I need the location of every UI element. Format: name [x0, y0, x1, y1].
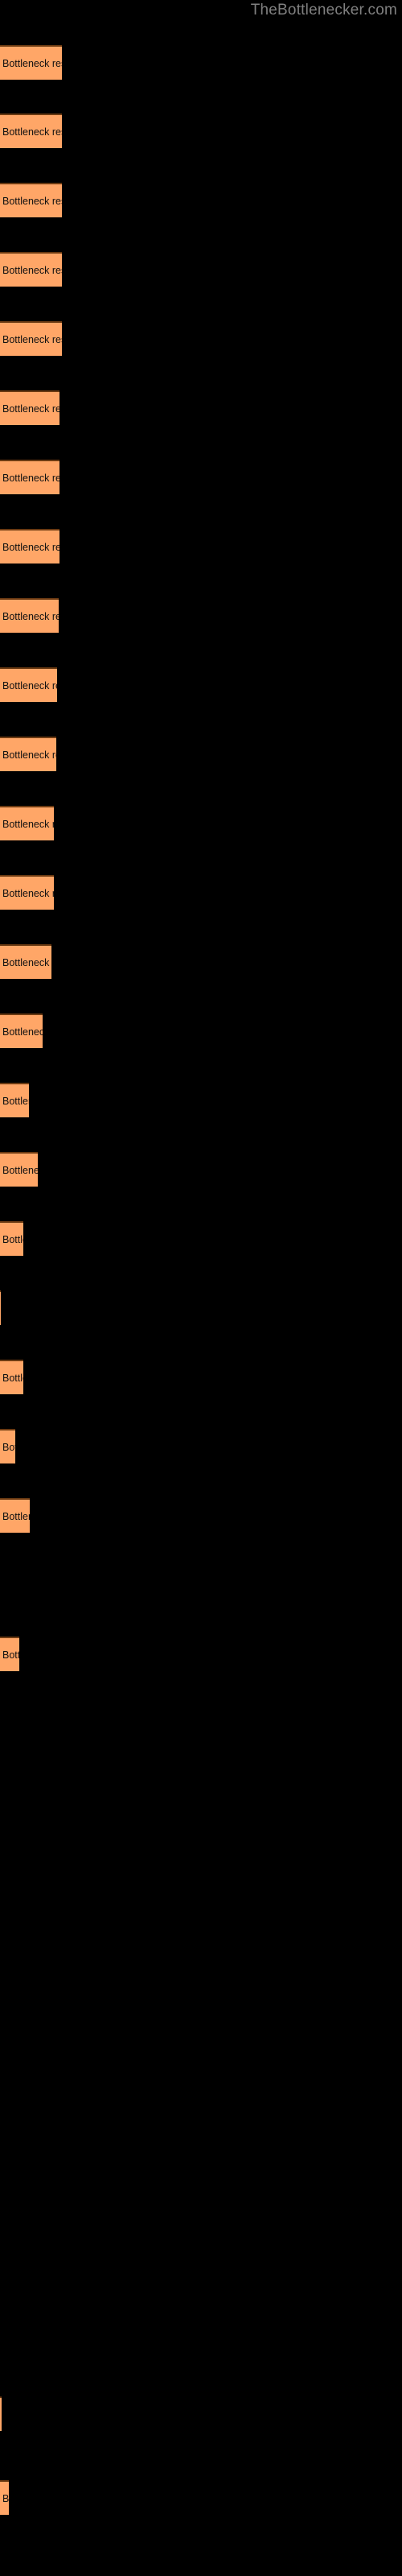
bar-22[interactable]: Bottleneck result	[0, 1498, 30, 1533]
bar-label: Bottleneck result	[2, 1442, 15, 1453]
bar-15[interactable]: Bottleneck result	[0, 1013, 43, 1048]
bar-row: Bottleneck result	[0, 2480, 402, 2515]
bar-label: Bottleneck result	[2, 819, 54, 830]
bar-label: Bottleneck result	[2, 1649, 19, 1661]
bar-2[interactable]: Bottleneck result	[0, 114, 62, 148]
bar-4[interactable]: Bottleneck result	[0, 252, 62, 287]
bar-row: Bottleneck result	[0, 45, 402, 80]
bar-5[interactable]: Bottleneck result	[0, 321, 62, 356]
bar-row: Bottleneck result	[0, 1360, 402, 1394]
bar-row: Bottleneck result	[0, 460, 402, 494]
bar-21[interactable]: Bottleneck result	[0, 1429, 15, 1463]
bar-row: Bottleneck result	[0, 321, 402, 356]
bar-19[interactable]: Bottleneck result	[0, 1290, 1, 1325]
bar-row: Bottleneck result	[0, 875, 402, 910]
bar-9[interactable]: Bottleneck result	[0, 598, 59, 633]
bar-20[interactable]: Bottleneck result	[0, 1360, 23, 1394]
bar-12[interactable]: Bottleneck result	[0, 806, 54, 840]
bar-label: Bottleneck result	[2, 126, 62, 138]
bar-label: Bottleneck result	[2, 1026, 43, 1038]
bar-row: Bottleneck result	[0, 1083, 402, 1117]
bar-row: Bottleneck result	[0, 1152, 402, 1187]
bar-row: Bottleneck result	[0, 1221, 402, 1256]
bar-label: Bottleneck result	[2, 1234, 23, 1245]
bar-label: Bottleneck result	[2, 542, 59, 553]
bar-label: Bottleneck result	[2, 2493, 9, 2504]
bar-row: Bottleneck result	[0, 1013, 402, 1048]
bar-label: Bottleneck result	[2, 196, 62, 207]
bar-label: Bottleneck result	[2, 403, 59, 415]
bar-7[interactable]: Bottleneck result	[0, 460, 59, 494]
bar-10[interactable]: Bottleneck result	[0, 667, 57, 702]
bar-label: Bottleneck result	[2, 1511, 30, 1522]
bar-label: Bottleneck result	[2, 1165, 38, 1176]
bar-8[interactable]: Bottleneck result	[0, 529, 59, 564]
bar-row: Bottleneck result	[0, 390, 402, 425]
bar-13[interactable]: Bottleneck result	[0, 875, 54, 910]
bar-18[interactable]: Bottleneck result	[0, 1221, 23, 1256]
bar-24[interactable]: Bottleneck result	[0, 2396, 2, 2431]
bar-label: Bottleneck result	[2, 1373, 23, 1384]
bar-row: Bottleneck result	[0, 2396, 402, 2431]
bar-label: Bottleneck result	[2, 680, 57, 691]
bar-25[interactable]: Bottleneck result	[0, 2480, 9, 2515]
bar-row: Bottleneck result	[0, 737, 402, 771]
bar-row: Bottleneck result	[0, 667, 402, 702]
bar-3[interactable]: Bottleneck result	[0, 183, 62, 217]
bar-chart-plot-area: Bottleneck result Bottleneck result Bottle…	[0, 0, 402, 2576]
bar-label: Bottleneck result	[2, 888, 54, 899]
bar-label: Bottleneck result	[2, 334, 62, 345]
bar-label: Bottleneck result	[2, 473, 59, 484]
bar-label: Bottleneck result	[2, 957, 51, 968]
bar-23[interactable]: Bottleneck result	[0, 1637, 19, 1671]
bar-6[interactable]: Bottleneck result	[0, 390, 59, 425]
bar-label: Bottleneck result	[2, 1096, 29, 1107]
bar-17[interactable]: Bottleneck result	[0, 1152, 38, 1187]
bar-row: Bottleneck result	[0, 1498, 402, 1533]
bar-row: Bottleneck result	[0, 944, 402, 979]
bar-label: Bottleneck result	[2, 58, 62, 69]
bar-row: Bottleneck result	[0, 529, 402, 564]
bar-label: Bottleneck result	[2, 611, 59, 622]
bar-row: Bottleneck result	[0, 598, 402, 633]
bar-row: Bottleneck result	[0, 806, 402, 840]
bar-16[interactable]: Bottleneck result	[0, 1083, 29, 1117]
bar-14[interactable]: Bottleneck result	[0, 944, 51, 979]
bar-row: Bottleneck result	[0, 114, 402, 148]
bar-row: Bottleneck result	[0, 183, 402, 217]
bar-row: Bottleneck result	[0, 252, 402, 287]
bar-label: Bottleneck result	[2, 749, 56, 761]
bar-1[interactable]: Bottleneck result	[0, 45, 62, 80]
bar-label: Bottleneck result	[2, 265, 62, 276]
bar-11[interactable]: Bottleneck result	[0, 737, 56, 771]
bar-row: Bottleneck result	[0, 1429, 402, 1463]
bar-row: Bottleneck result	[0, 1637, 402, 1671]
bar-row: Bottleneck result	[0, 1290, 402, 1325]
